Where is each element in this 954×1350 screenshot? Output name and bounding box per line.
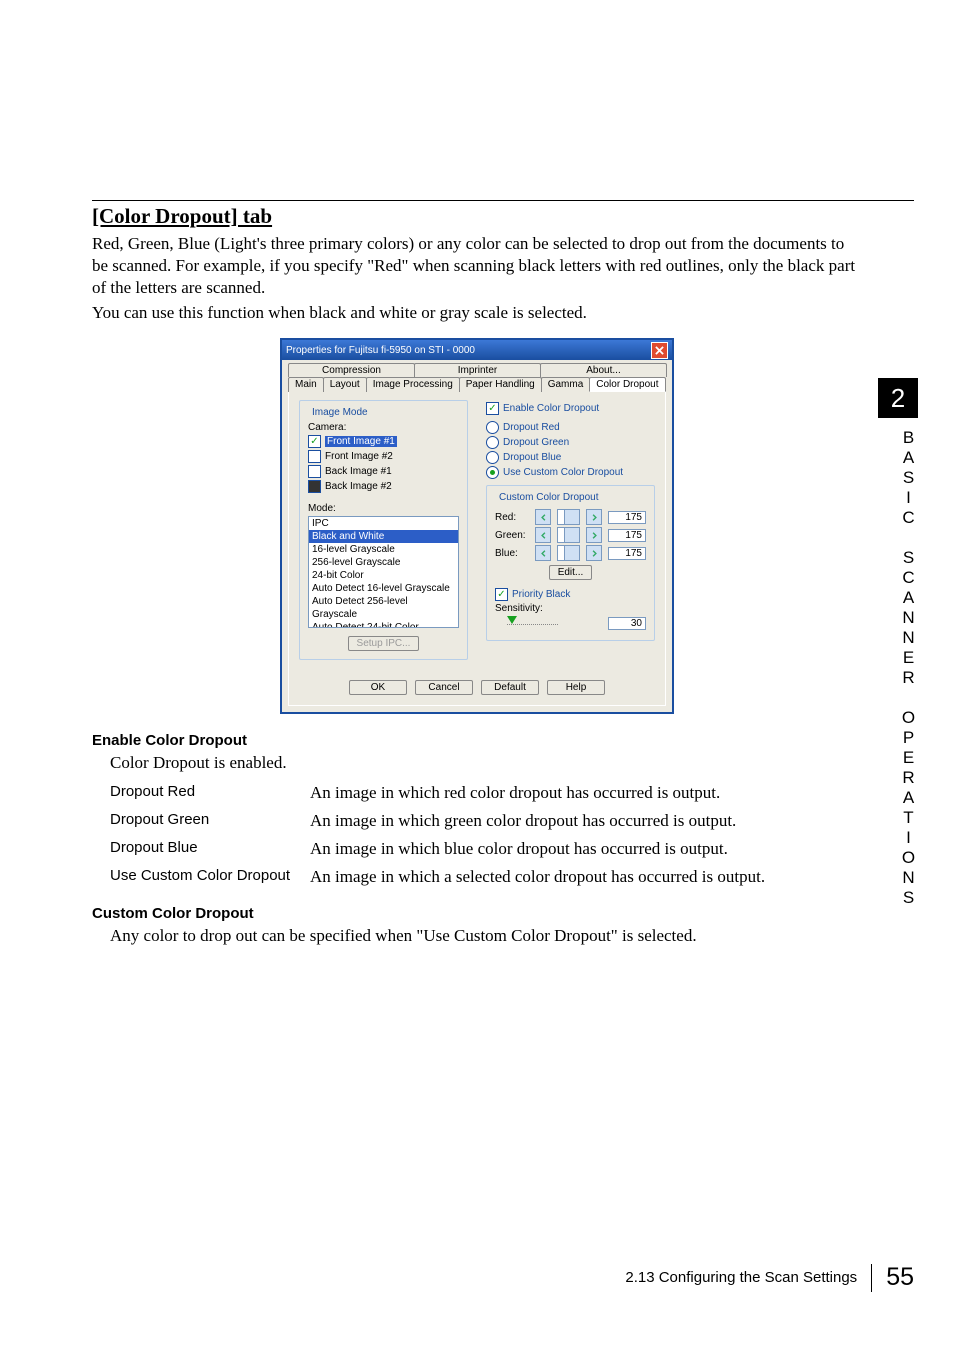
green-decrement[interactable] xyxy=(535,527,551,543)
green-slider[interactable] xyxy=(557,527,580,543)
cancel-button[interactable]: Cancel xyxy=(415,680,473,695)
camera-front1-label: Front Image #1 xyxy=(325,436,397,447)
footer-separator xyxy=(871,1264,872,1292)
dialog-title: Properties for Fujitsu fi-5950 on STI - … xyxy=(286,345,475,356)
properties-dialog: Properties for Fujitsu fi-5950 on STI - … xyxy=(280,338,674,714)
enable-color-dropout-checkbox[interactable] xyxy=(486,402,499,415)
sensitivity-slider[interactable] xyxy=(495,616,602,632)
footer-page-number: 55 xyxy=(886,1263,914,1292)
custom-color-dropout-legend: Custom Color Dropout xyxy=(497,492,600,503)
enable-color-dropout-heading: Enable Color Dropout xyxy=(92,732,862,749)
tab-about[interactable]: About... xyxy=(540,363,667,377)
green-increment[interactable] xyxy=(586,527,602,543)
blue-value[interactable]: 175 xyxy=(608,547,646,560)
tab-main[interactable]: Main xyxy=(288,377,324,392)
sensitivity-value[interactable]: 30 xyxy=(608,617,646,630)
use-custom-label: Use Custom Color Dropout xyxy=(503,467,623,478)
blue-increment[interactable] xyxy=(586,545,602,561)
sensitivity-label: Sensitivity: xyxy=(495,603,646,614)
chapter-number-tab: 2 xyxy=(878,378,918,418)
image-mode-legend: Image Mode xyxy=(310,407,370,418)
tab-compression[interactable]: Compression xyxy=(288,363,415,377)
dialog-titlebar: Properties for Fujitsu fi-5950 on STI - … xyxy=(282,340,672,360)
red-label: Red: xyxy=(495,512,529,523)
ok-button[interactable]: OK xyxy=(349,680,407,695)
close-icon[interactable] xyxy=(651,342,668,359)
priority-black-label: Priority Black xyxy=(512,589,570,600)
use-custom-radio[interactable] xyxy=(486,466,499,479)
camera-label: Camera: xyxy=(308,422,459,433)
section-heading: [Color Dropout] tab xyxy=(92,204,862,229)
setup-ipc-button[interactable]: Setup IPC... xyxy=(348,636,420,651)
image-mode-group: Image Mode Camera: Front Image #1 Front … xyxy=(299,400,468,660)
tab-image-processing[interactable]: Image Processing xyxy=(366,377,460,392)
camera-front1-checkbox[interactable] xyxy=(308,435,321,448)
camera-back1-checkbox[interactable] xyxy=(308,465,321,478)
dropout-red-radio[interactable] xyxy=(486,421,499,434)
dropout-green-radio[interactable] xyxy=(486,436,499,449)
custom-color-dropout-text: Any color to drop out can be specified w… xyxy=(110,926,862,946)
dropout-blue-label: Dropout Blue xyxy=(503,452,561,463)
intro-paragraph-2: You can use this function when black and… xyxy=(92,302,862,324)
tab-gamma[interactable]: Gamma xyxy=(541,377,591,392)
red-value[interactable]: 175 xyxy=(608,511,646,524)
custom-color-dropout-heading: Custom Color Dropout xyxy=(92,905,862,922)
mode-label: Mode: xyxy=(308,503,459,514)
camera-back2-checkbox[interactable] xyxy=(308,480,321,493)
custom-color-dropout-group: Custom Color Dropout Red: 175 Green: xyxy=(486,485,655,641)
enable-color-dropout-text: Color Dropout is enabled. xyxy=(110,753,862,773)
red-slider[interactable] xyxy=(557,509,580,525)
edit-button[interactable]: Edit... xyxy=(549,565,593,580)
red-decrement[interactable] xyxy=(535,509,551,525)
blue-decrement[interactable] xyxy=(535,545,551,561)
footer-section: 2.13 Configuring the Scan Settings xyxy=(625,1269,857,1286)
mode-listbox[interactable]: IPC Black and White 16-level Grayscale 2… xyxy=(308,516,459,628)
camera-back1-label: Back Image #1 xyxy=(325,466,392,477)
side-chapter-title: BASIC SCANNER OPERATIONS xyxy=(878,428,918,908)
camera-back2-label: Back Image #2 xyxy=(325,481,392,492)
blue-slider[interactable] xyxy=(557,545,580,561)
priority-black-checkbox[interactable] xyxy=(495,588,508,601)
tab-paper-handling[interactable]: Paper Handling xyxy=(459,377,542,392)
intro-paragraph-1: Red, Green, Blue (Light's three primary … xyxy=(92,233,862,298)
green-value[interactable]: 175 xyxy=(608,529,646,542)
help-button[interactable]: Help xyxy=(547,680,605,695)
enable-color-dropout-label: Enable Color Dropout xyxy=(503,403,599,414)
green-label: Green: xyxy=(495,530,529,541)
dropout-green-label: Dropout Green xyxy=(503,437,569,448)
dropout-red-label: Dropout Red xyxy=(503,422,560,433)
blue-label: Blue: xyxy=(495,548,529,559)
camera-front2-label: Front Image #2 xyxy=(325,451,393,462)
tab-layout[interactable]: Layout xyxy=(323,377,367,392)
red-increment[interactable] xyxy=(586,509,602,525)
tab-imprinter[interactable]: Imprinter xyxy=(414,363,541,377)
tab-color-dropout[interactable]: Color Dropout xyxy=(589,377,665,392)
default-button[interactable]: Default xyxy=(481,680,539,695)
dropout-options-table: Dropout RedAn image in which red color d… xyxy=(110,779,765,891)
dropout-blue-radio[interactable] xyxy=(486,451,499,464)
camera-front2-checkbox[interactable] xyxy=(308,450,321,463)
